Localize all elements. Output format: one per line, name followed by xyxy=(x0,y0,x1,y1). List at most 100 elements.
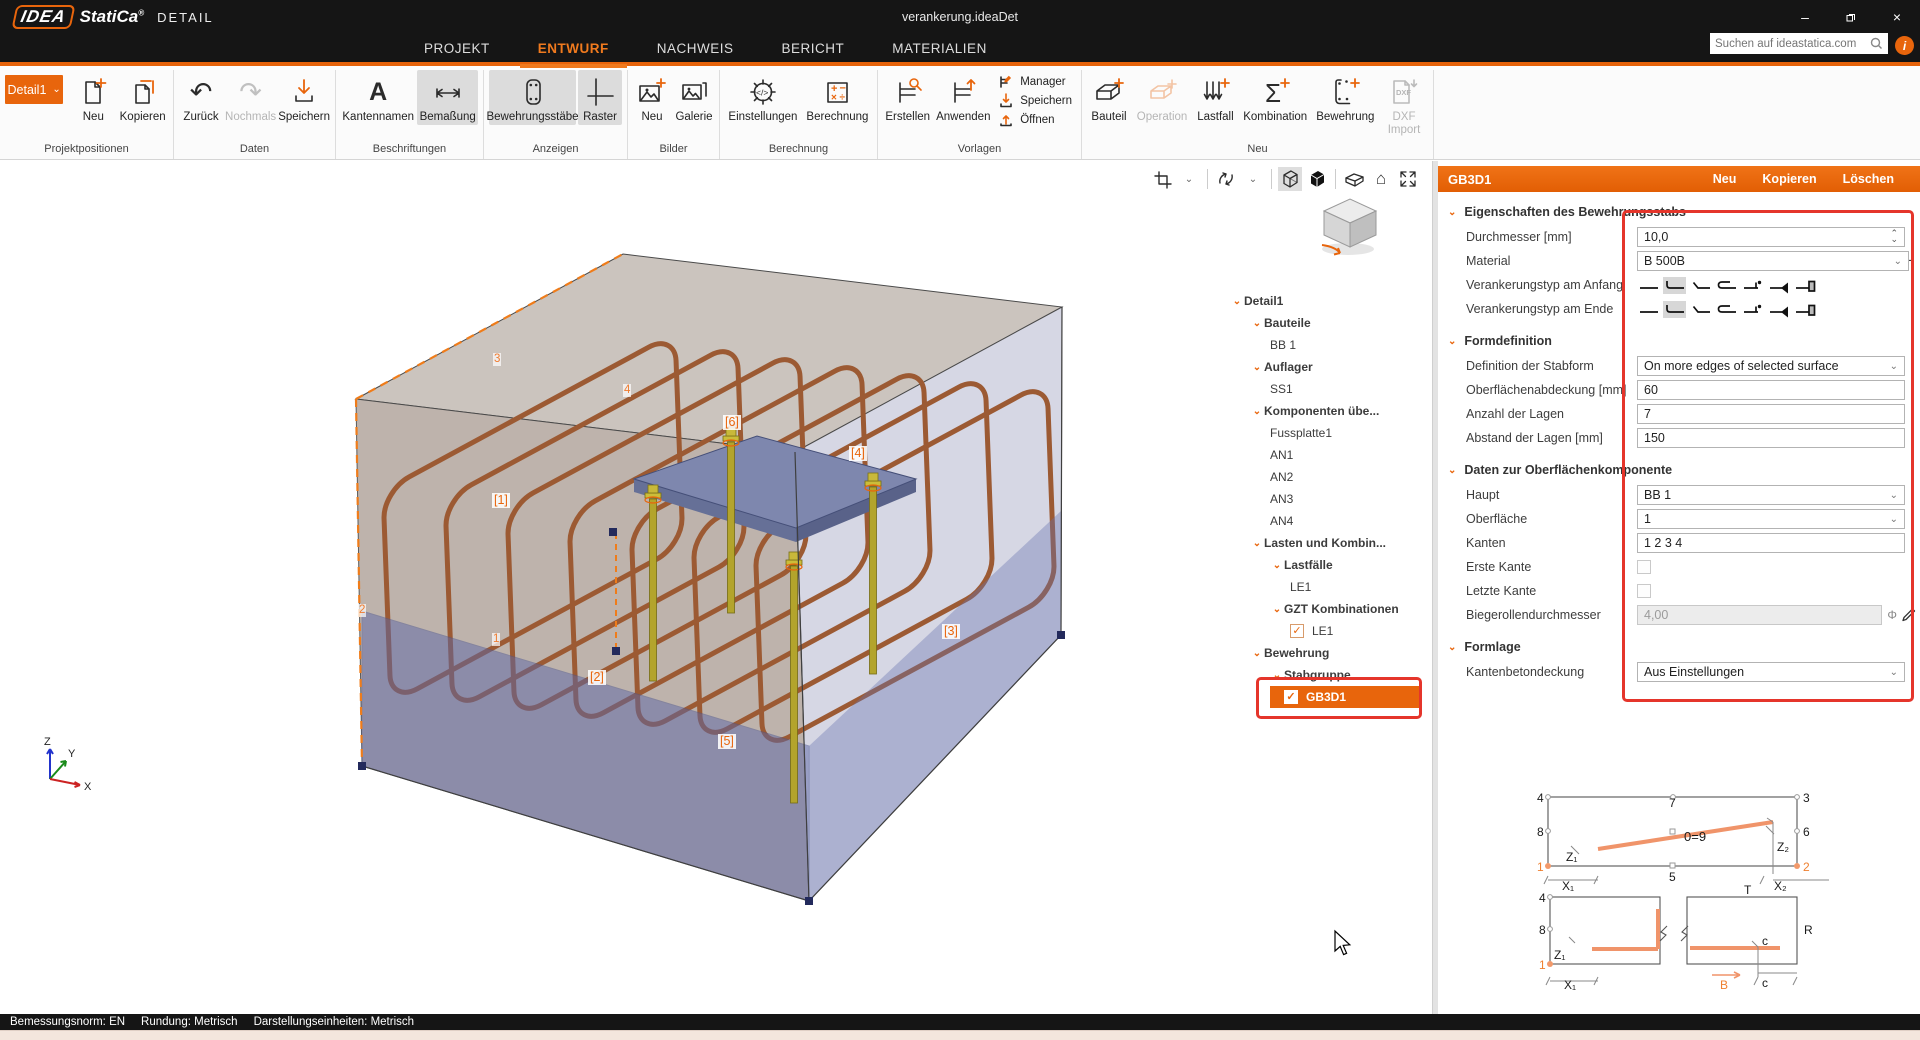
anchor-plate-icon[interactable] xyxy=(1793,301,1816,318)
bemassung-button[interactable]: Bemaßung xyxy=(417,70,478,125)
tree-item-an3[interactable]: AN3 xyxy=(1222,488,1422,510)
rotate-view-button[interactable] xyxy=(1214,167,1238,191)
anchor-loop180-icon[interactable] xyxy=(1715,301,1738,318)
tab-bericht[interactable]: BERICHT xyxy=(758,32,869,64)
tree-item-bb1[interactable]: BB 1 xyxy=(1222,334,1422,356)
zoom-extents-button[interactable] xyxy=(1396,167,1420,191)
tree-item-auflager[interactable]: ⌄ Auflager xyxy=(1222,356,1422,378)
anchor-plate-icon[interactable] xyxy=(1793,277,1816,294)
haupt-select[interactable]: BB 1 ⌄ xyxy=(1637,485,1905,505)
kantennamen-button[interactable]: A Kantennamen xyxy=(341,70,415,125)
tab-projekt[interactable]: PROJEKT xyxy=(400,32,514,64)
section-formlage[interactable]: ⌄ Formlage xyxy=(1448,636,1920,658)
info-button[interactable]: i xyxy=(1895,36,1914,55)
anchor-hook90-icon[interactable] xyxy=(1663,276,1686,294)
chevron-down-icon[interactable]: ⌄ xyxy=(1250,538,1264,549)
anchor-hook45-icon[interactable] xyxy=(1689,277,1712,294)
panel-kopieren-button[interactable]: Kopieren xyxy=(1762,172,1816,186)
chevron-down-icon[interactable]: ⌄ xyxy=(1250,648,1264,659)
chevron-down-icon[interactable]: ⌄ xyxy=(1270,670,1284,681)
solid-view-button[interactable] xyxy=(1305,167,1329,191)
section-oberflaechenkomponente[interactable]: ⌄ Daten zur Oberflächenkomponente xyxy=(1448,459,1920,481)
tree-item-bauteile[interactable]: ⌄ Bauteile xyxy=(1222,312,1422,334)
anchor-straight-icon[interactable] xyxy=(1637,277,1660,294)
panel-neu-button[interactable]: Neu xyxy=(1713,172,1737,186)
clipping-dropdown[interactable]: ⌄ xyxy=(1177,167,1201,191)
letzte-kante-checkbox[interactable] xyxy=(1637,584,1651,598)
chevron-down-icon[interactable]: ⌄ xyxy=(1250,362,1264,373)
tree-item-ss1[interactable]: SS1 xyxy=(1222,378,1422,400)
rotate-dropdown[interactable]: ⌄ xyxy=(1241,167,1265,191)
einstellungen-button[interactable]: </> Einstellungen xyxy=(725,70,801,125)
minimize-button[interactable]: – xyxy=(1782,0,1828,34)
tree-item-gzt-kombinationen[interactable]: ⌄ GZT Kombinationen xyxy=(1222,598,1422,620)
anchor-hook90-icon[interactable] xyxy=(1663,300,1686,318)
tab-nachweis[interactable]: NACHWEIS xyxy=(633,32,758,64)
vorlage-oeffnen-button[interactable]: Öffnen xyxy=(994,110,1076,129)
durchmesser-input[interactable]: 10,0 xyxy=(1637,227,1905,247)
wireframe-view-button[interactable] xyxy=(1278,167,1302,191)
erste-kante-checkbox[interactable] xyxy=(1637,560,1651,574)
chevron-down-icon[interactable]: ⌄ xyxy=(1230,296,1244,307)
project-item-selector[interactable]: Detail1 ⌄ xyxy=(5,75,64,104)
lastfall-button[interactable]: Lastfall xyxy=(1193,70,1238,125)
close-button[interactable]: × xyxy=(1874,0,1920,34)
anchor-perp-icon[interactable] xyxy=(1741,301,1764,318)
tree-item-fussplatte1[interactable]: Fussplatte1 xyxy=(1222,422,1422,444)
oberflaeche-select[interactable]: 1 ⌄ xyxy=(1637,509,1905,529)
tree-item-an4[interactable]: AN4 xyxy=(1222,510,1422,532)
kopieren-button[interactable]: Kopieren xyxy=(117,70,168,125)
chevron-down-icon[interactable]: ⌄ xyxy=(1270,604,1284,615)
section-view-button[interactable] xyxy=(1342,167,1366,191)
anchor-cone-icon[interactable] xyxy=(1767,277,1790,294)
lagen-input[interactable]: 7 xyxy=(1637,404,1905,424)
bild-neu-button[interactable]: Neu xyxy=(633,70,671,125)
checkbox-checked[interactable]: ✓ xyxy=(1284,690,1298,704)
kombination-button[interactable]: Σ Kombination xyxy=(1240,70,1311,125)
anchor-loop180-icon[interactable] xyxy=(1715,277,1738,294)
panel-loeschen-button[interactable]: Löschen xyxy=(1843,172,1894,186)
section-formdefinition[interactable]: ⌄ Formdefinition xyxy=(1448,330,1920,352)
vorlage-erstellen-button[interactable]: Erstellen xyxy=(883,70,932,125)
tab-entwurf[interactable]: ENTWURF xyxy=(514,32,633,68)
bauteil-button[interactable]: Bauteil xyxy=(1087,70,1131,125)
neu-projekt-button[interactable]: Neu xyxy=(71,70,115,125)
section-eigenschaften[interactable]: ⌄ Eigenschaften des Bewehrungsstabs xyxy=(1448,201,1920,223)
clipping-box-button[interactable] xyxy=(1150,167,1174,191)
anchor-hook45-icon[interactable] xyxy=(1689,301,1712,318)
galerie-button[interactable]: Galerie xyxy=(673,70,715,125)
bewehrungsstaebe-toggle[interactable]: Bewehrungsstäbe xyxy=(486,70,579,125)
abdeckung-input[interactable]: 60 xyxy=(1637,380,1905,400)
anchor-straight-icon[interactable] xyxy=(1637,301,1660,318)
restore-button[interactable] xyxy=(1828,0,1874,34)
tree-item-lasten[interactable]: ⌄ Lasten und Kombin... xyxy=(1222,532,1422,554)
home-view-button[interactable]: ⌂ xyxy=(1369,167,1393,191)
anchor-perp-icon[interactable] xyxy=(1741,277,1764,294)
tree-item-le1-kombination[interactable]: ✓ LE1 xyxy=(1222,620,1422,642)
vorlagen-manager-button[interactable]: Manager xyxy=(994,72,1076,91)
chevron-down-icon[interactable]: ⌄ xyxy=(1250,318,1264,329)
edit-pencil-icon[interactable] xyxy=(1900,607,1916,623)
material-select[interactable]: B 500B ⌄ xyxy=(1637,251,1909,271)
vorlage-speichern-button[interactable]: Speichern xyxy=(994,91,1076,110)
tree-item-le1[interactable]: LE1 xyxy=(1222,576,1422,598)
tree-item-lastfaelle[interactable]: ⌄ Lastfälle xyxy=(1222,554,1422,576)
kantenbeton-select[interactable]: Aus Einstellungen ⌄ xyxy=(1637,662,1905,682)
raster-toggle[interactable]: Raster xyxy=(578,70,622,125)
vorlage-anwenden-button[interactable]: Anwenden xyxy=(934,70,992,125)
abstand-input[interactable]: 150 xyxy=(1637,428,1905,448)
stabform-select[interactable]: On more edges of selected surface ⌄ xyxy=(1637,356,1905,376)
tree-item-an2[interactable]: AN2 xyxy=(1222,466,1422,488)
tree-item-komponenten[interactable]: ⌄ Komponenten übe... xyxy=(1222,400,1422,422)
kanten-input[interactable]: 1 2 3 4 xyxy=(1637,533,1905,553)
tree-item-an1[interactable]: AN1 xyxy=(1222,444,1422,466)
anchor-cone-icon[interactable] xyxy=(1767,301,1790,318)
chevron-down-icon[interactable]: ⌄ xyxy=(1250,406,1264,417)
zurueck-button[interactable]: ↶ Zurück xyxy=(179,70,223,125)
search-input[interactable] xyxy=(1715,37,1870,50)
speichern-button[interactable]: Speichern xyxy=(278,70,330,125)
tree-item-detail1[interactable]: ⌄ Detail1 xyxy=(1222,290,1422,312)
search-box[interactable] xyxy=(1710,33,1888,54)
bewehrung-button[interactable]: Bewehrung xyxy=(1313,70,1378,125)
checkbox-checked[interactable]: ✓ xyxy=(1290,624,1304,638)
